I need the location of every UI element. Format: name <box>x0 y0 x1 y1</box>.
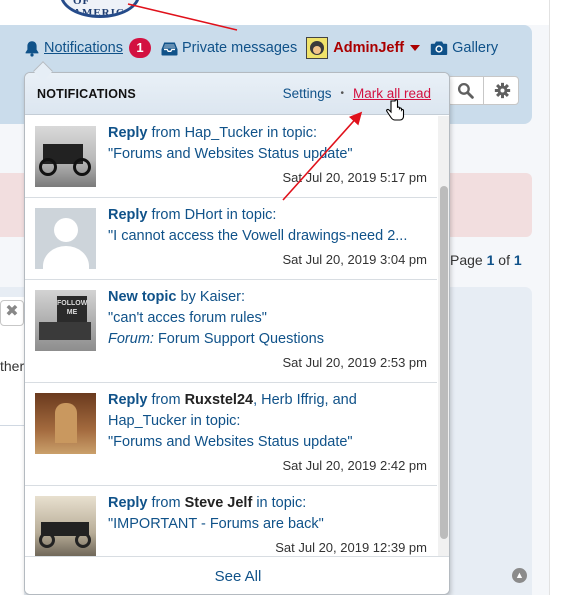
notification-author: Hap_Tucker <box>108 413 187 429</box>
notification-topic: "can't acces forum rules" <box>108 310 267 326</box>
pagination: Page 1 of 1 <box>450 252 522 268</box>
notification-author: Ruxstel24 <box>184 392 254 408</box>
caret-down-icon <box>410 45 421 51</box>
camera-icon <box>430 41 448 55</box>
gallery-link[interactable]: Gallery <box>430 40 498 56</box>
user-menu[interactable]: AdminJeff <box>306 37 421 59</box>
notification-item[interactable]: Reply from Ruxstel24, Herb Iffrig, and H… <box>25 383 437 486</box>
bell-icon <box>25 40 39 57</box>
notification-suffix: in topic: <box>190 413 241 429</box>
dropdown-header: NOTIFICATIONS Settings • Mark all read <box>25 73 449 115</box>
scrollbar-thumb[interactable] <box>440 186 448 539</box>
see-all-link[interactable]: See All <box>25 556 449 594</box>
notification-type: Reply <box>108 495 148 511</box>
pager-prefix: Page <box>450 252 483 268</box>
dropdown-actions: Settings • Mark all read <box>283 86 437 101</box>
notification-title: Reply from DHort in topic: <box>108 205 427 226</box>
notification-topic: "I cannot access the Vowell drawings-nee… <box>108 228 408 244</box>
notifications-dropdown: NOTIFICATIONS Settings • Mark all read R… <box>24 72 450 595</box>
notification-item[interactable]: Reply from DHort in topic: "I cannot acc… <box>25 198 437 280</box>
notification-text: Reply from Ruxstel24, Herb Iffrig, and H… <box>108 390 427 476</box>
notification-time: Sat Jul 20, 2019 5:17 pm <box>282 170 427 185</box>
pager-current: 1 <box>486 252 495 268</box>
notification-author: Hap_Tucker <box>184 125 264 141</box>
right-border <box>549 0 550 595</box>
notification-title: Reply from Steve Jelf in topic: <box>108 493 427 514</box>
notification-type: Reply <box>108 207 148 223</box>
search-icon[interactable] <box>448 77 484 104</box>
notification-time: Sat Jul 20, 2019 2:42 pm <box>282 458 427 473</box>
notification-topic: "Forums and Websites Status update" <box>108 146 353 162</box>
right-column <box>549 0 569 595</box>
notification-author: Kaiser <box>199 289 241 305</box>
username: AdminJeff <box>333 40 405 56</box>
notification-item[interactable]: Reply from Hap_Tucker in topic: "Forums … <box>25 116 437 198</box>
notification-title: Reply from Ruxstel24, Herb Iffrig, and <box>108 390 427 411</box>
pager-of: of <box>498 252 510 268</box>
notification-avatar <box>35 393 96 454</box>
notification-forum: Forum: Forum Support Questions <box>108 329 427 350</box>
notification-type: Reply <box>108 392 148 408</box>
notification-text: Reply from DHort in topic: "I cannot acc… <box>108 205 427 270</box>
content-divider <box>0 425 24 426</box>
notification-type: New topic <box>108 289 177 305</box>
content-box-inner <box>0 297 24 595</box>
notification-suffix: : <box>240 289 246 305</box>
settings-link[interactable]: Settings <box>283 86 332 101</box>
notification-item[interactable]: FOLLOW ME New topic by Kaiser: "can't acc… <box>25 280 437 383</box>
forum-name: Forum Support Questions <box>157 331 324 347</box>
private-messages-label: Private messages <box>181 40 298 56</box>
notification-suffix: in topic: <box>267 125 318 141</box>
back-to-top-icon[interactable]: ▲ <box>512 568 527 583</box>
default-avatar-icon <box>35 208 96 269</box>
notification-avatar <box>35 126 96 187</box>
from-word: by <box>180 289 196 305</box>
notification-avatar: FOLLOW ME <box>35 290 96 351</box>
from-word: from <box>151 495 181 511</box>
search-buttons <box>447 76 519 105</box>
notification-topic: "Forums and Websites Status update" <box>108 434 353 450</box>
notification-suffix: in topic: <box>226 207 277 223</box>
notification-author: DHort <box>184 207 223 223</box>
dropdown-title: NOTIFICATIONS <box>37 86 136 101</box>
notification-title: New topic by Kaiser: <box>108 287 427 308</box>
mark-all-read-link[interactable]: Mark all read <box>353 86 431 101</box>
notification-text: Reply from Steve Jelf in topic: "IMPORTA… <box>108 493 427 556</box>
gear-icon[interactable] <box>484 77 520 104</box>
notification-type: Reply <box>108 125 148 141</box>
from-word: from <box>151 392 181 408</box>
from-word: from <box>151 207 181 223</box>
notification-time: Sat Jul 20, 2019 12:39 pm <box>275 540 427 555</box>
separator-dot: • <box>340 88 344 99</box>
notifications-label: Notifications <box>44 40 123 56</box>
pager-total: 1 <box>513 252 522 268</box>
notification-title-line2: Hap_Tucker in topic: <box>108 411 427 432</box>
notification-topic: "IMPORTANT - Forums are back" <box>108 516 324 532</box>
user-nav: Notifications 1 Private messages AdminJe… <box>24 36 498 60</box>
notification-time: Sat Jul 20, 2019 3:04 pm <box>282 252 427 267</box>
avatar <box>306 37 329 59</box>
notification-list: Reply from Hap_Tucker in topic: "Forums … <box>25 116 437 556</box>
notifications-count-badge: 1 <box>128 38 151 58</box>
content-snippet: ther <box>0 358 25 374</box>
private-messages-link[interactable]: Private messages <box>161 40 297 56</box>
notifications-link[interactable]: Notifications 1 <box>24 38 151 58</box>
notification-title: Reply from Hap_Tucker in topic: <box>108 123 427 144</box>
inbox-icon <box>161 42 178 55</box>
from-word: from <box>151 125 181 141</box>
forum-label: Forum: <box>108 331 154 347</box>
gallery-label: Gallery <box>452 40 499 56</box>
notification-text: New topic by Kaiser: "can't acces forum … <box>108 287 427 373</box>
notification-time: Sat Jul 20, 2019 2:53 pm <box>282 355 427 370</box>
notification-text: Reply from Hap_Tucker in topic: "Forums … <box>108 123 427 188</box>
notification-avatar <box>35 496 96 556</box>
notification-author: Steve Jelf <box>184 495 253 511</box>
notification-item[interactable]: Reply from Steve Jelf in topic: "IMPORTA… <box>25 486 437 556</box>
close-icon[interactable]: ✖ <box>0 300 24 326</box>
notification-authors-rest: , Herb Iffrig, and <box>253 392 357 408</box>
notification-suffix: in topic: <box>256 495 307 511</box>
